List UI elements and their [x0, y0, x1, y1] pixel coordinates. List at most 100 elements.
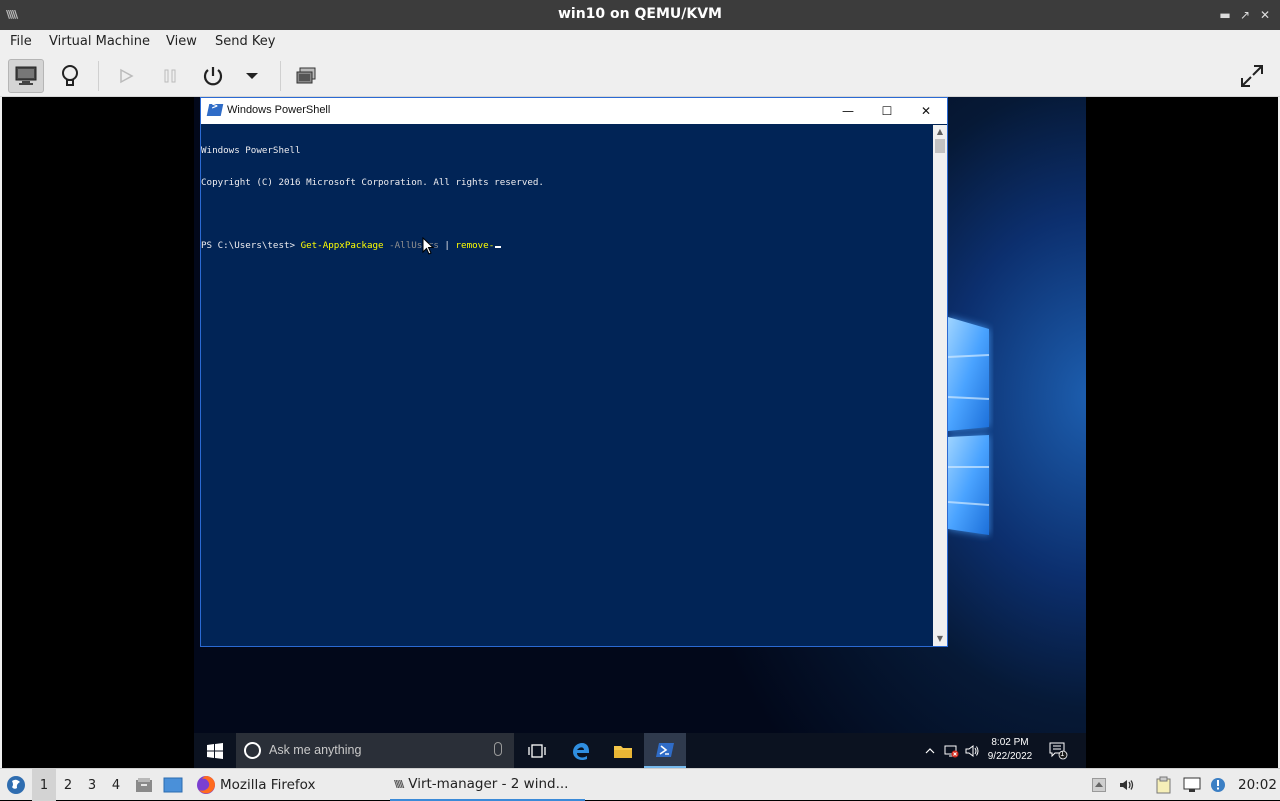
volume-control[interactable]	[964, 733, 980, 768]
notification-count: 1	[1060, 750, 1065, 758]
play-icon	[120, 68, 134, 84]
clock-time: 8:02 PM	[991, 737, 1029, 748]
ps-maximize-icon[interactable]: ☐	[878, 102, 896, 120]
lightbulb-icon	[62, 65, 78, 86]
taskbar-clock[interactable]: 8:02 PM 9/22/2022	[980, 736, 1040, 764]
desktop-icon	[163, 777, 183, 793]
menu-send-key[interactable]: Send Key	[215, 34, 275, 49]
network-status[interactable]	[942, 733, 960, 768]
run-button[interactable]	[108, 59, 144, 93]
menu-view[interactable]: View	[166, 34, 197, 49]
dropdown-arrow-icon	[246, 73, 258, 79]
chevron-up-icon	[925, 747, 935, 753]
snapshots-icon	[296, 67, 316, 84]
menubar: File Virtual Machine View Send Key	[0, 30, 1280, 55]
taskbar-powershell[interactable]	[644, 733, 686, 768]
powershell-window[interactable]: Windows PowerShell — ☐ ✕ Windows PowerSh…	[200, 97, 948, 647]
console-prompt-line: PS C:\Users\test> Get-AppxPackage -AllUs…	[201, 239, 933, 252]
powershell-title: Windows PowerShell	[227, 104, 331, 116]
scrollbar-thumb[interactable]	[935, 139, 945, 153]
workspace-3[interactable]: 3	[80, 769, 104, 801]
speaker-icon	[1120, 780, 1134, 790]
task-view-icon	[528, 743, 546, 758]
tray-updates[interactable]	[1090, 769, 1108, 801]
tray-status[interactable]	[1208, 769, 1228, 801]
menu-virtual-machine[interactable]: Virtual Machine	[49, 34, 150, 49]
power-icon	[203, 67, 223, 86]
maximize-icon[interactable]: ↗	[1236, 6, 1254, 24]
details-button[interactable]	[52, 59, 88, 93]
console-line: Windows PowerShell	[201, 145, 301, 156]
eject-icon	[1092, 778, 1106, 792]
pause-button[interactable]	[152, 59, 188, 93]
scroll-up-icon[interactable]: ▲	[933, 125, 947, 139]
scroll-down-icon[interactable]: ▼	[933, 632, 947, 646]
microphone-icon[interactable]	[494, 742, 502, 756]
workspace-1[interactable]: 1	[32, 769, 56, 801]
start-button[interactable]	[194, 733, 236, 768]
powershell-scrollbar[interactable]: ▲ ▼	[933, 125, 947, 646]
console-parameter: -AllUsers	[383, 239, 445, 251]
guest-display[interactable]: Windows PowerShell — ☐ ✕ Windows PowerSh…	[2, 97, 1278, 768]
tray-network[interactable]	[1182, 769, 1202, 801]
shutdown-menu-button[interactable]	[234, 59, 270, 93]
host-clock[interactable]: 20:02	[1238, 769, 1277, 801]
clock-date: 9/22/2022	[987, 751, 1033, 762]
clipboard-icon	[1156, 776, 1171, 794]
windows-desktop[interactable]: Windows PowerShell — ☐ ✕ Windows PowerSh…	[194, 97, 1086, 768]
distro-logo-icon	[7, 776, 25, 794]
close-icon[interactable]: ✕	[1256, 6, 1274, 24]
snapshots-button[interactable]	[288, 59, 324, 93]
cortana-search-box[interactable]: Ask me anything	[236, 733, 514, 768]
task-label: Virt-manager - 2 wind...	[408, 776, 569, 792]
window-titlebar[interactable]: \\\\\ win10 on QEMU/KVM ▬ ↗ ✕	[0, 0, 1280, 30]
console-prompt: PS C:\Users\test>	[201, 239, 301, 251]
workspace-4[interactable]: 4	[104, 769, 128, 801]
minimize-icon[interactable]: ▬	[1216, 6, 1234, 24]
status-icon	[1211, 778, 1225, 792]
task-virt-manager[interactable]: \\\\\ Virt-manager - 2 wind...	[390, 769, 585, 801]
virt-manager-icon: \\\\\	[394, 778, 404, 790]
taskbar-edge[interactable]	[560, 733, 602, 768]
windows-logo-wallpaper	[947, 317, 990, 535]
fullscreen-icon	[1241, 65, 1263, 87]
tray-clipboard[interactable]	[1154, 769, 1174, 801]
launcher-file-manager[interactable]	[134, 769, 154, 801]
windows-taskbar: Ask me anything 8:02 PM 9/22/2022 1	[194, 733, 1086, 768]
console-cmdlet: Get-AppxPackage	[300, 239, 384, 251]
console-line: Copyright (C) 2016 Microsoft Corporation…	[201, 176, 544, 188]
host-panel: 1 2 3 4 Mozilla Firefox \\\\\ Virt-manag…	[0, 768, 1280, 801]
pause-icon	[164, 69, 176, 83]
app-menu-button[interactable]	[4, 769, 28, 801]
menu-file[interactable]: File	[10, 34, 32, 49]
show-hidden-icons[interactable]	[922, 733, 938, 768]
window-title: win10 on QEMU/KVM	[557, 6, 722, 22]
powershell-console[interactable]: Windows PowerShell Copyright (C) 2016 Mi…	[201, 125, 933, 646]
fullscreen-button[interactable]	[1234, 59, 1270, 93]
shutdown-button[interactable]	[195, 59, 231, 93]
mouse-pointer-icon	[422, 237, 434, 255]
network-icon	[1183, 777, 1201, 792]
console-button[interactable]	[8, 59, 44, 93]
task-firefox[interactable]: Mozilla Firefox	[192, 769, 382, 801]
workspace-2[interactable]: 2	[56, 769, 80, 801]
volume-icon	[965, 744, 979, 757]
task-label: Mozilla Firefox	[220, 777, 316, 793]
action-center[interactable]: 1	[1046, 733, 1072, 768]
virt-manager-window: \\\\\ win10 on QEMU/KVM ▬ ↗ ✕ File Virtu…	[0, 0, 1280, 768]
network-disconnected-icon	[944, 745, 959, 757]
ps-minimize-icon[interactable]: —	[839, 102, 857, 120]
cortana-icon	[244, 742, 261, 759]
console-icon	[15, 66, 37, 85]
ps-close-icon[interactable]: ✕	[917, 102, 935, 120]
task-view-button[interactable]	[516, 733, 558, 768]
taskbar-file-explorer[interactable]	[602, 733, 644, 768]
launcher-show-desktop[interactable]	[162, 769, 184, 801]
console-partial-command: remove-	[455, 239, 495, 251]
console-pipe: |	[444, 239, 456, 251]
search-placeholder: Ask me anything	[269, 743, 362, 757]
powershell-titlebar[interactable]: Windows PowerShell — ☐ ✕	[201, 98, 947, 124]
tray-volume[interactable]	[1118, 769, 1136, 801]
notification-icon	[1049, 742, 1068, 759]
toolbar	[0, 55, 1280, 97]
